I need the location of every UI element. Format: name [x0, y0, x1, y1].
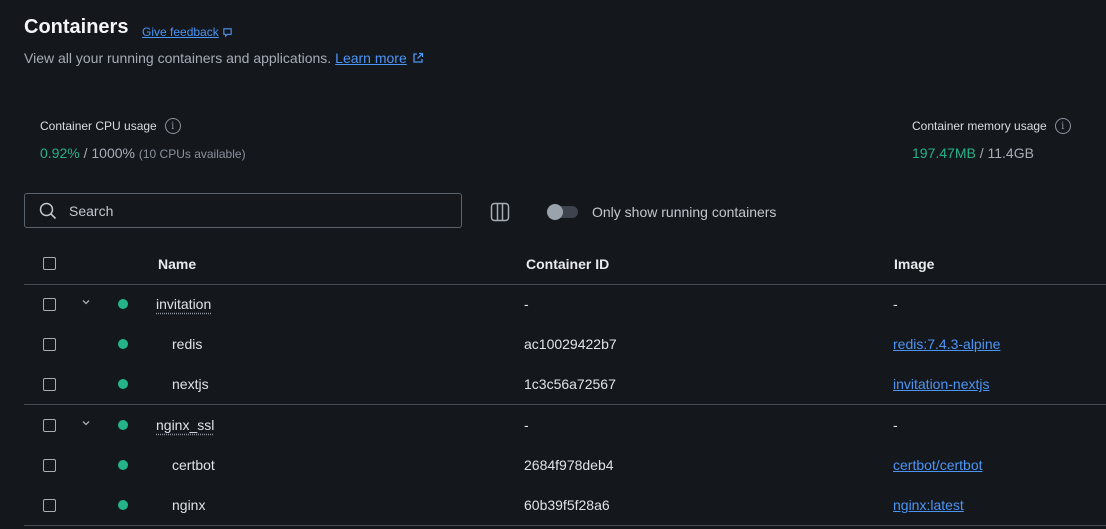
give-feedback-link[interactable]: Give feedback: [142, 25, 233, 39]
columns-button[interactable]: [489, 201, 511, 223]
table-row[interactable]: nginx_ssl - -: [24, 405, 1106, 445]
memory-usage-current: 197.47MB: [912, 145, 976, 161]
memory-usage-label-text: Container memory usage: [912, 119, 1047, 133]
container-id: 60b39f5f28a6: [524, 497, 610, 513]
cpu-usage-label-text: Container CPU usage: [40, 119, 157, 133]
cpu-usage-label: Container CPU usage i: [40, 118, 181, 134]
row-checkbox[interactable]: [43, 338, 56, 351]
table-row[interactable]: redis ac10029422b7 redis:7.4.3-alpine: [24, 324, 1106, 364]
search-icon: [39, 202, 57, 219]
container-image: -: [893, 296, 898, 312]
search-input[interactable]: [67, 201, 431, 220]
container-id: -: [524, 417, 529, 433]
container-id: -: [524, 296, 529, 312]
memory-usage-total: 11.4GB: [987, 145, 1034, 161]
container-image-link[interactable]: certbot/certbot: [893, 457, 983, 473]
give-feedback-label: Give feedback: [142, 25, 219, 39]
container-id: ac10029422b7: [524, 336, 617, 352]
memory-info-icon[interactable]: i: [1054, 118, 1071, 134]
running-only-toggle[interactable]: [547, 204, 578, 220]
status-running-dot: [118, 339, 128, 349]
toggle-knob: [547, 204, 563, 220]
container-id: 2684f978deb4: [524, 457, 614, 473]
cpu-info-icon[interactable]: i: [164, 118, 181, 134]
status-running-dot: [118, 500, 128, 510]
search-box[interactable]: [24, 193, 462, 228]
status-running-dot: [118, 460, 128, 470]
row-checkbox[interactable]: [43, 378, 56, 391]
table-header: Name Container ID Image: [24, 246, 1106, 285]
container-image-link[interactable]: redis:7.4.3-alpine: [893, 336, 1000, 352]
status-running-dot: [118, 299, 128, 309]
table-row[interactable]: nginx 60b39f5f28a6 nginx:latest: [24, 485, 1106, 526]
chevron-down-icon[interactable]: [80, 417, 92, 429]
container-name[interactable]: nginx: [172, 497, 205, 513]
column-header-container-id[interactable]: Container ID: [526, 256, 609, 272]
page-subtitle: View all your running containers and app…: [24, 50, 424, 66]
container-image: -: [893, 417, 898, 433]
cpu-usage-detail: (10 CPUs available): [138, 147, 246, 161]
row-checkbox[interactable]: [43, 298, 56, 311]
memory-usage-value: 197.47MB / 11.4GB: [912, 145, 1034, 161]
row-checkbox[interactable]: [43, 499, 56, 512]
chevron-down-icon[interactable]: [80, 296, 92, 308]
cpu-usage-separator: /: [79, 145, 92, 161]
containers-page: Containers Give feedback View all your r…: [0, 0, 1106, 529]
status-running-dot: [118, 379, 128, 389]
running-only-label: Only show running containers: [592, 204, 777, 220]
learn-more-link[interactable]: Learn more: [335, 50, 407, 66]
container-image-link[interactable]: nginx:latest: [893, 497, 964, 513]
status-running-dot: [118, 420, 128, 430]
select-all-checkbox[interactable]: [43, 257, 56, 270]
container-name[interactable]: certbot: [172, 457, 215, 473]
memory-usage-label: Container memory usage i: [912, 118, 1071, 134]
memory-usage-separator: /: [975, 145, 988, 161]
cpu-usage-value: 0.92% / 1000% (10 CPUs available): [40, 145, 246, 161]
external-link-icon[interactable]: [412, 52, 424, 64]
container-name[interactable]: invitation: [156, 296, 211, 312]
container-name[interactable]: redis: [172, 336, 202, 352]
container-name[interactable]: nextjs: [172, 376, 209, 392]
feedback-icon: [223, 27, 232, 37]
column-header-name[interactable]: Name: [158, 256, 196, 272]
container-name[interactable]: nginx_ssl: [156, 417, 214, 433]
cpu-usage-current: 0.92%: [40, 145, 80, 161]
table-row[interactable]: certbot 2684f978deb4 certbot/certbot: [24, 445, 1106, 485]
row-checkbox[interactable]: [43, 419, 56, 432]
row-checkbox[interactable]: [43, 459, 56, 472]
container-image-link[interactable]: invitation-nextjs: [893, 376, 990, 392]
cpu-usage-total: 1000%: [91, 145, 135, 161]
table-row[interactable]: invitation - -: [24, 284, 1106, 324]
container-id: 1c3c56a72567: [524, 376, 616, 392]
columns-icon: [490, 202, 510, 222]
subtitle-text: View all your running containers and app…: [24, 50, 332, 66]
page-title: Containers: [24, 16, 129, 38]
column-header-image[interactable]: Image: [894, 256, 934, 272]
table-row[interactable]: nextjs 1c3c56a72567 invitation-nextjs: [24, 364, 1106, 405]
